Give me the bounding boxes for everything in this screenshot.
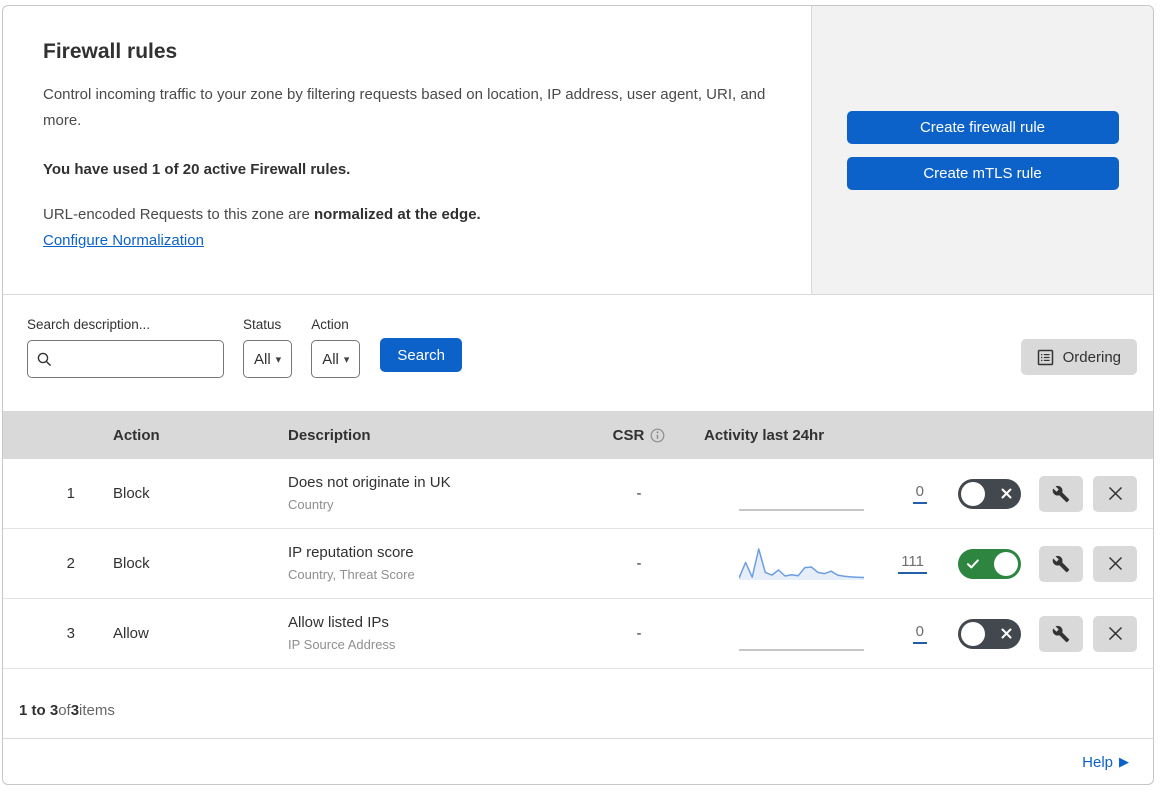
- rule-action: Block: [113, 485, 150, 502]
- items-range: 1 to 3: [19, 702, 59, 719]
- rule-action: Block: [113, 555, 150, 572]
- usage-note: You have used 1 of 20 active Firewall ru…: [43, 161, 351, 178]
- wrench-icon: [1052, 485, 1070, 503]
- header-text-block: Firewall rules Control incoming traffic …: [3, 6, 811, 294]
- normalization-note-bold: normalized at the edge.: [314, 206, 481, 223]
- search-group: Search description...: [27, 317, 224, 378]
- delete-rule-button[interactable]: [1093, 475, 1137, 512]
- normalization-note-text: URL-encoded Requests to this zone are: [43, 206, 314, 223]
- rule-description-cell: Allow listed IPs IP Source Address: [268, 613, 589, 654]
- rule-action: Allow: [113, 625, 149, 642]
- close-icon: [1107, 555, 1124, 572]
- help-bar: Help ▶: [3, 739, 1153, 784]
- table-row: 3 Allow Allow listed IPs IP Source Addre…: [3, 599, 1153, 669]
- rule-enabled-toggle[interactable]: [957, 548, 1021, 579]
- action-select[interactable]: All ▾: [311, 340, 361, 378]
- header-action: Action: [113, 426, 160, 444]
- check-icon: [966, 549, 979, 579]
- arrow-right-icon: ▶: [1119, 754, 1129, 769]
- delete-rule-button[interactable]: [1093, 545, 1137, 582]
- filter-bar: Search description... Status All ▾ Actio…: [3, 295, 1153, 411]
- activity-count[interactable]: 111: [898, 553, 927, 574]
- status-selected-value: All: [254, 350, 271, 368]
- page-description: Control incoming traffic to your zone by…: [43, 86, 766, 129]
- header-description: Description: [288, 426, 371, 444]
- rule-description: IP reputation score: [288, 544, 414, 561]
- rule-fields: Country, Threat Score: [288, 567, 415, 582]
- search-icon: [36, 351, 52, 367]
- wrench-icon: [1052, 625, 1070, 643]
- rule-fields: IP Source Address: [288, 637, 396, 652]
- activity-count[interactable]: 0: [912, 623, 927, 644]
- status-select[interactable]: All ▾: [243, 340, 293, 378]
- create-mtls-rule-button[interactable]: Create mTLS rule: [846, 156, 1119, 190]
- actions-panel: Create firewall rule Create mTLS rule: [811, 6, 1153, 294]
- ordered-list-icon: [1037, 349, 1054, 366]
- delete-rule-button[interactable]: [1093, 615, 1137, 652]
- rule-description-cell: IP reputation score Country, Threat Scor…: [268, 543, 589, 584]
- header-section: Firewall rules Control incoming traffic …: [3, 6, 1153, 295]
- chevron-down-icon: ▾: [275, 353, 282, 366]
- chevron-down-icon: ▾: [343, 353, 350, 366]
- normalization-note: URL-encoded Requests to this zone are no…: [43, 206, 771, 223]
- toggle-knob: [960, 621, 985, 646]
- help-link-label: Help: [1082, 753, 1113, 771]
- header-csr: CSR: [589, 427, 689, 444]
- help-link[interactable]: Help ▶: [1082, 754, 1129, 771]
- search-input[interactable]: [58, 350, 215, 368]
- rule-description-cell: Does not originate in UK Country: [268, 473, 589, 514]
- activity-count[interactable]: 0: [912, 483, 927, 504]
- toggle-knob: [960, 481, 985, 506]
- search-label: Search description...: [27, 317, 151, 332]
- header-csr-label: CSR: [612, 426, 645, 444]
- close-icon: [1107, 625, 1124, 642]
- table-row: 2 Block IP reputation score Country, Thr…: [3, 529, 1153, 599]
- rule-fields: Country: [288, 497, 334, 512]
- header-activity: Activity last 24hr: [704, 426, 825, 444]
- items-total: 3: [70, 702, 80, 719]
- action-filter-group: Action All ▾: [311, 317, 361, 378]
- rule-description: Allow listed IPs: [288, 614, 389, 631]
- action-label: Action: [311, 317, 349, 332]
- rule-csr: -: [636, 555, 642, 572]
- rule-description: Does not originate in UK: [288, 474, 451, 491]
- search-button[interactable]: Search: [380, 338, 462, 372]
- ordering-button-label: Ordering: [1062, 348, 1121, 366]
- x-icon: [1001, 479, 1012, 509]
- rule-activity-cell: 0: [689, 614, 939, 654]
- firewall-rules-panel: Firewall rules Control incoming traffic …: [2, 5, 1154, 785]
- configure-normalization-link[interactable]: Configure Normalization: [43, 232, 204, 249]
- x-icon: [1001, 619, 1012, 649]
- page-title: Firewall rules: [43, 40, 178, 63]
- ordering-button[interactable]: Ordering: [1020, 339, 1137, 375]
- activity-sparkline: [739, 648, 864, 651]
- rule-csr: -: [636, 485, 642, 502]
- wrench-icon: [1052, 555, 1070, 573]
- rule-enabled-toggle[interactable]: [957, 478, 1021, 509]
- status-label: Status: [243, 317, 282, 332]
- rule-priority: 3: [66, 625, 75, 642]
- rule-priority: 2: [66, 555, 75, 572]
- activity-sparkline: [739, 508, 864, 511]
- create-firewall-rule-button[interactable]: Create firewall rule: [846, 110, 1119, 144]
- toggle-knob: [993, 551, 1018, 576]
- rule-activity-cell: 111: [689, 544, 939, 584]
- rule-priority: 1: [66, 485, 75, 502]
- status-filter-group: Status All ▾: [243, 317, 293, 378]
- action-selected-value: All: [322, 350, 339, 368]
- search-input-box[interactable]: [27, 340, 224, 378]
- info-icon[interactable]: [650, 428, 665, 443]
- rule-enabled-toggle[interactable]: [957, 618, 1021, 649]
- edit-rule-button[interactable]: [1039, 545, 1083, 582]
- edit-rule-button[interactable]: [1039, 475, 1083, 512]
- rule-csr: -: [636, 625, 642, 642]
- rule-activity-cell: 0: [689, 474, 939, 514]
- close-icon: [1107, 485, 1124, 502]
- table-row: 1 Block Does not originate in UK Country…: [3, 459, 1153, 529]
- activity-sparkline: [739, 547, 864, 580]
- items-count: 1 to 3 of 3 items: [3, 669, 1153, 739]
- edit-rule-button[interactable]: [1039, 615, 1083, 652]
- table-header: Action Description CSR Activity last 24h…: [3, 411, 1153, 459]
